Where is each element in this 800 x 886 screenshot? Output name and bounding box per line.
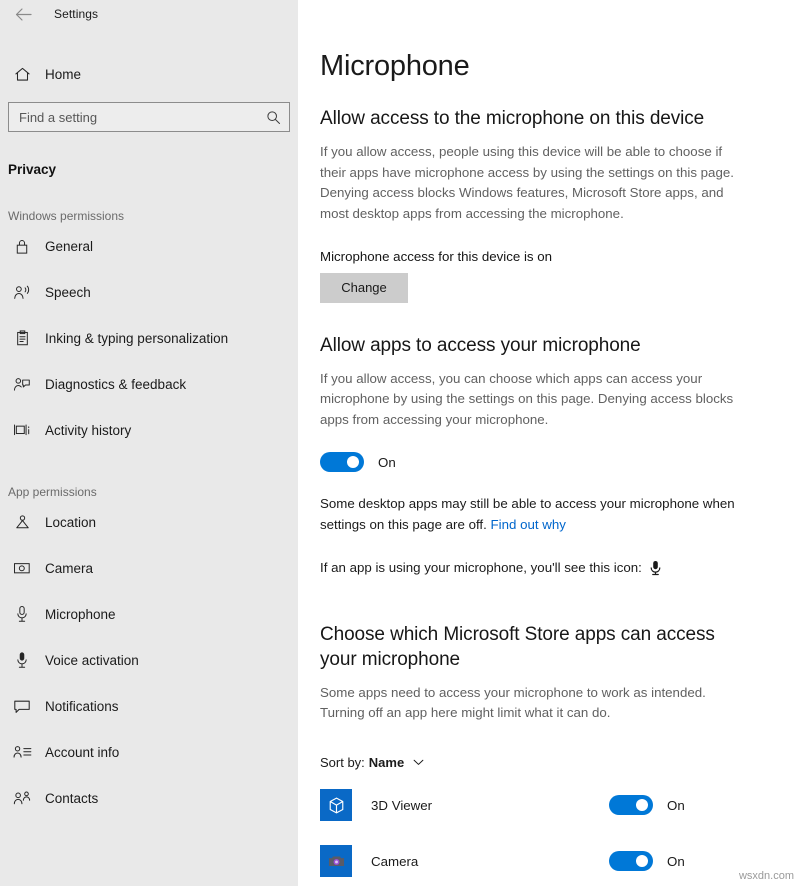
- allow-apps-toggle-row: On: [320, 452, 800, 473]
- app-toggle-label: On: [667, 853, 685, 869]
- back-arrow-icon[interactable]: [10, 1, 36, 27]
- chevron-down-icon[interactable]: [413, 759, 424, 766]
- microphone-filled-icon: [650, 560, 661, 576]
- sidebar-item-home[interactable]: Home: [0, 54, 298, 94]
- allow-apps-toggle-label: On: [378, 454, 396, 470]
- store-apps-body: Some apps need to access your microphone…: [320, 684, 706, 721]
- search-box[interactable]: [8, 102, 290, 132]
- desktop-apps-note: Some desktop apps may still be able to a…: [320, 494, 752, 535]
- sidebar-item-diagnostics-feedback-label: Diagnostics & feedback: [45, 376, 187, 392]
- sidebar-group-label-app-permissions: App permissions: [8, 485, 97, 499]
- person-feedback-icon: [8, 376, 36, 393]
- timeline-icon: [8, 422, 36, 439]
- sidebar-item-voice-activation[interactable]: Voice activation: [0, 637, 298, 683]
- sidebar-item-inking-typing-personalization-label: Inking & typing personalization: [45, 330, 229, 346]
- allow-apps-body: If you allow access, you can choose whic…: [320, 370, 734, 427]
- sidebar-item-contacts[interactable]: Contacts: [0, 775, 298, 821]
- person-speaking-icon: [8, 284, 36, 301]
- sidebar-item-activity-history[interactable]: Activity history: [0, 407, 298, 453]
- sidebar-item-camera[interactable]: Camera: [0, 545, 298, 591]
- page-title: Microphone: [320, 50, 470, 82]
- sort-by-label: Sort by:: [320, 755, 365, 771]
- sidebar-item-account-info-label: Account info: [45, 744, 120, 760]
- app-name: Camera: [371, 853, 419, 869]
- sidebar-item-activity-history-label: Activity history: [45, 422, 132, 438]
- device-access-status: Microphone access for this device is on: [320, 248, 553, 264]
- sidebar-item-speech[interactable]: Speech: [0, 269, 298, 315]
- app-toggle-wrap: On: [609, 851, 685, 872]
- location-pin-icon: [8, 514, 36, 531]
- app-toggle-label: On: [667, 797, 685, 813]
- contacts-icon: [8, 790, 36, 806]
- sidebar-item-account-info[interactable]: Account info: [0, 729, 298, 775]
- find-out-why-link[interactable]: Find out why: [491, 517, 566, 532]
- sidebar-item-notifications[interactable]: Notifications: [0, 683, 298, 729]
- settings-window: Settings Home Privacy Windows permiss: [0, 0, 800, 886]
- title-bar: Settings: [0, 0, 298, 28]
- sidebar-item-contacts-label: Contacts: [45, 790, 99, 806]
- toggle-knob: [347, 456, 359, 469]
- camera-app-icon: [320, 845, 352, 878]
- sidebar-item-general-label: General: [45, 238, 94, 254]
- microphone-in-use-note: If an app is using your microphone, you'…: [320, 560, 800, 576]
- account-info-icon: [8, 744, 36, 760]
- app-toggle[interactable]: [609, 795, 653, 816]
- table-row[interactable]: 3D Viewer On: [320, 777, 800, 833]
- table-row[interactable]: Camera On: [320, 833, 800, 886]
- change-button[interactable]: Change: [320, 272, 408, 303]
- sidebar-item-general[interactable]: General: [0, 223, 298, 269]
- toggle-knob: [636, 855, 648, 868]
- watermark: wsxdn.com: [738, 870, 794, 882]
- allow-apps-heading: Allow apps to access your microphone: [320, 334, 641, 356]
- sidebar-item-camera-label: Camera: [45, 560, 94, 576]
- sidebar-item-inking-typing-personalization[interactable]: Inking & typing personalization: [0, 315, 298, 361]
- sidebar-item-location-label: Location: [45, 514, 97, 530]
- toggle-knob: [636, 799, 648, 812]
- sidebar-item-notifications-label: Notifications: [45, 698, 119, 714]
- sort-by-dropdown[interactable]: Sort by: Name: [320, 755, 432, 770]
- sidebar-item-microphone[interactable]: Microphone: [0, 591, 298, 637]
- clipboard-icon: [8, 329, 36, 347]
- app-toggle-wrap: On: [609, 795, 685, 816]
- sidebar-item-microphone-label: Microphone: [45, 606, 116, 622]
- allow-apps-toggle[interactable]: [320, 452, 364, 473]
- sidebar-item-speech-label: Speech: [45, 284, 91, 300]
- microphone-icon: [8, 605, 36, 623]
- sort-by-value: Name: [368, 755, 405, 771]
- sidebar-item-home-label: Home: [45, 66, 82, 82]
- main-content: Microphone Allow access to the microphon…: [298, 0, 800, 886]
- app-toggle[interactable]: [609, 851, 653, 872]
- sidebar-item-voice-activation-label: Voice activation: [45, 652, 139, 668]
- cube-3d-icon: [320, 789, 352, 822]
- notification-bubble-icon: [8, 698, 36, 715]
- sidebar-category-title: Privacy: [8, 162, 57, 177]
- app-name: 3D Viewer: [371, 797, 433, 813]
- search-input[interactable]: [19, 109, 266, 125]
- device-access-body: If you allow access, people using this d…: [320, 144, 734, 221]
- sidebar-item-location[interactable]: Location: [0, 499, 298, 545]
- lock-icon: [8, 238, 36, 255]
- search-icon[interactable]: [266, 110, 281, 125]
- home-icon: [8, 66, 36, 83]
- store-apps-heading: Choose which Microsoft Store apps can ac…: [320, 623, 715, 670]
- sidebar: Settings Home Privacy Windows permiss: [0, 0, 298, 886]
- microphone-filled-icon: [8, 651, 36, 669]
- window-title: Settings: [54, 7, 99, 21]
- sidebar-item-diagnostics-feedback[interactable]: Diagnostics & feedback: [0, 361, 298, 407]
- microphone-in-use-note-text: If an app is using your microphone, you'…: [320, 560, 642, 576]
- sidebar-group-label-windows-permissions: Windows permissions: [8, 209, 125, 223]
- device-access-heading: Allow access to the microphone on this d…: [320, 108, 705, 129]
- camera-icon: [8, 560, 36, 576]
